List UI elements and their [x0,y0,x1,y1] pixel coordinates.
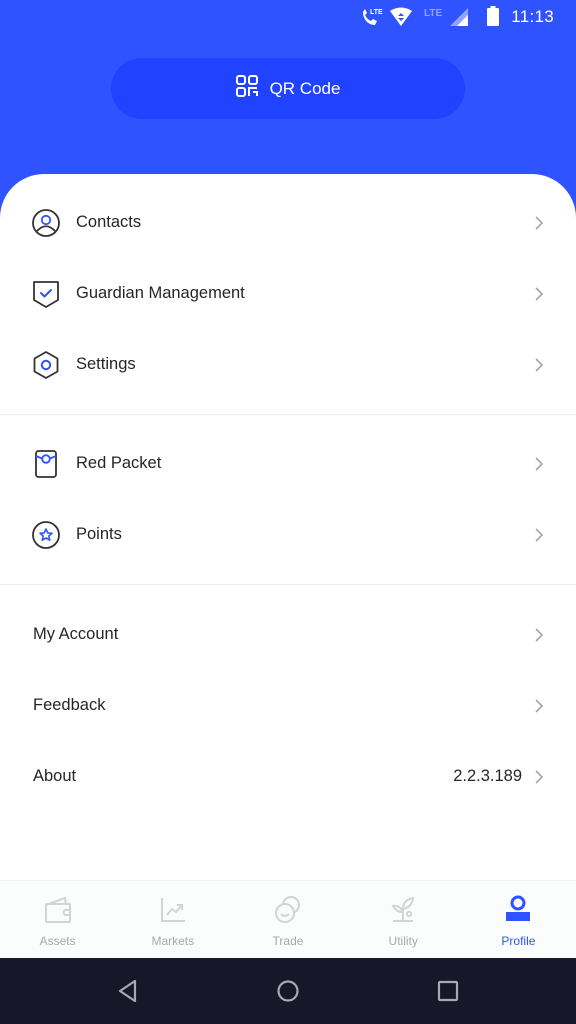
system-nav-bar [0,958,576,1024]
home-icon[interactable] [275,978,301,1004]
chevron-right-icon [534,215,544,231]
tab-assets[interactable]: Assets [0,881,115,958]
tab-label: Trade [272,934,304,948]
chevron-right-icon [534,698,544,714]
coins-icon [273,895,303,925]
menu-item-my-account[interactable]: My Account [0,599,576,670]
menu-item-label: My Account [33,625,119,643]
chevron-right-icon [534,527,544,543]
contacts-icon [31,208,61,238]
tab-trade[interactable]: Trade [230,881,345,958]
recents-icon[interactable] [435,978,461,1004]
signal-strength-icon [450,8,470,31]
battery-icon [487,6,499,31]
chevron-right-icon [534,286,544,302]
menu-item-label: Red Packet [76,454,162,472]
chevron-right-icon [534,627,544,643]
section-divider [0,584,576,585]
menu-item-contacts[interactable]: Contacts [0,187,576,258]
menu-item-label: Points [76,525,122,543]
menu-item-red-packet[interactable]: Red Packet [0,428,576,499]
tab-markets[interactable]: Markets [115,881,230,958]
tab-label: Utility [388,934,418,948]
menu-item-label: Guardian Management [76,284,245,302]
tab-label: Profile [501,934,536,948]
svg-text:LTE: LTE [424,8,442,19]
chevron-right-icon [534,769,544,785]
menu-item-label: About [33,767,77,785]
guardian-shield-icon [31,279,61,309]
status-time: 11:13 [511,7,554,26]
profile-icon [503,895,533,925]
menu-item-guardian-management[interactable]: Guardian Management [0,258,576,329]
chevron-right-icon [534,357,544,373]
qr-code-icon [235,75,258,102]
chart-trend-icon [158,895,188,925]
tab-label: Assets [39,934,76,948]
section-divider [0,414,576,415]
lte-label: LTE [424,5,448,24]
menu-item-about[interactable]: About 2.2.3.189 [0,741,576,812]
data-transfer-icon [389,6,413,33]
menu-item-label: Settings [76,355,136,373]
settings-hexagon-icon [31,350,61,380]
red-packet-icon [31,449,61,479]
sprout-icon [388,895,418,925]
volte-call-icon: LTE [360,6,384,33]
chevron-right-icon [534,456,544,472]
menu-item-points[interactable]: Points [0,499,576,570]
menu-item-label: Contacts [76,213,142,231]
svg-text:LTE: LTE [370,9,383,16]
menu-card: Contacts Guardian Management Settings Re… [0,174,576,880]
bottom-tab-bar: Assets Markets Trade Utility Profile [0,880,576,958]
tab-profile[interactable]: Profile [461,881,576,958]
qr-code-label: QR Code [269,78,341,98]
wallet-icon [43,895,73,925]
qr-code-button[interactable]: QR Code [111,58,465,119]
status-bar: LTE LTE 11:13 [0,0,576,34]
app-version: 2.2.3.189 [453,767,522,785]
points-star-icon [31,520,61,550]
menu-item-settings[interactable]: Settings [0,329,576,400]
back-icon[interactable] [115,978,141,1004]
menu-item-feedback[interactable]: Feedback [0,670,576,741]
menu-item-label: Feedback [33,696,106,714]
tab-utility[interactable]: Utility [346,881,461,958]
tab-label: Markets [151,934,195,948]
profile-screen: LTE LTE 11:13 QR Code Contacts Guardian … [0,0,576,1024]
